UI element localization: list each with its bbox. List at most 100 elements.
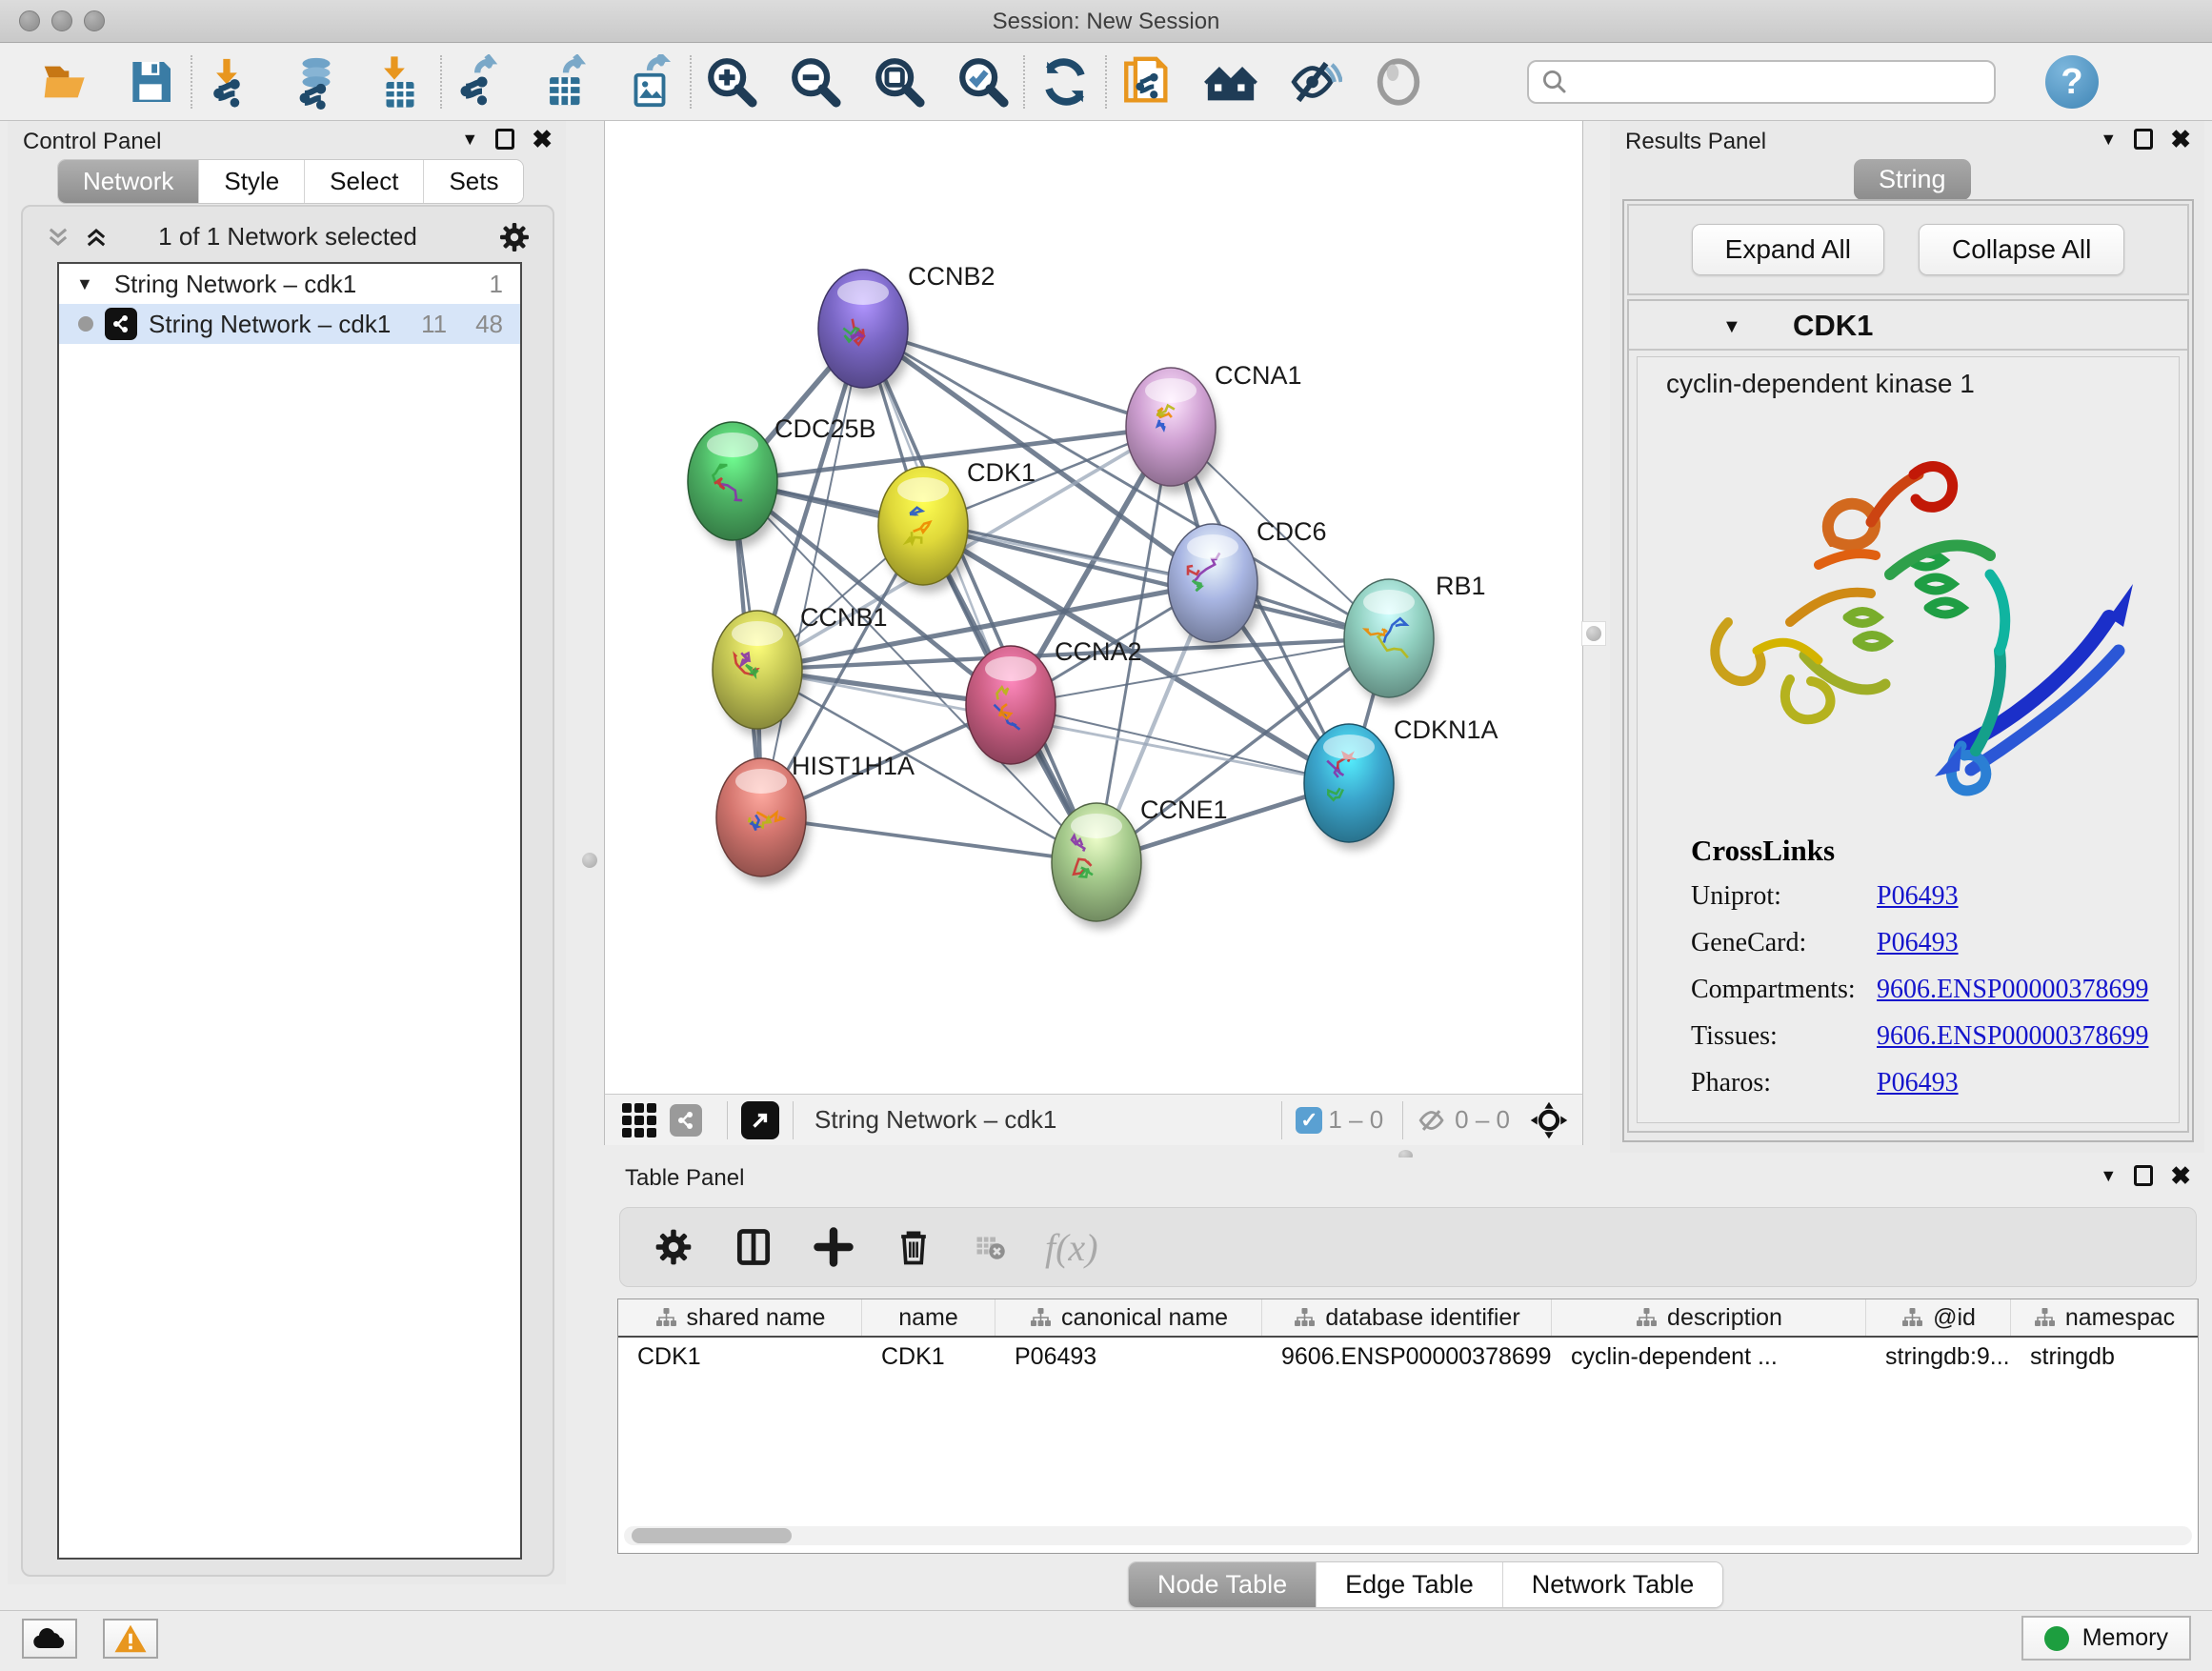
network-options-gear-icon[interactable] [497,220,532,254]
network-tree-child-row[interactable]: String Network – cdk1 11 48 [59,304,520,344]
network-node-CCNB1[interactable]: CCNB1 [713,603,888,736]
network-canvas[interactable]: CCNB2CCNA1CDC25BCDK1CDC6RB1CCNB1CCNA2CDK… [604,121,1583,1094]
open-session-icon[interactable] [38,53,95,111]
network-edge[interactable] [761,817,1096,862]
collapse-all-button[interactable]: Collapse All [1919,224,2124,275]
export-image-icon[interactable] [621,53,678,111]
network-node-CDKN1A[interactable]: CDKN1A [1304,715,1498,850]
zoom-fit-icon[interactable] [871,53,928,111]
scrollbar-thumb[interactable] [632,1528,792,1543]
close-panel-icon[interactable]: ✖ [2170,129,2191,150]
help-icon[interactable]: ? [2045,55,2099,109]
collapse-panel-icon[interactable]: ▼ [2100,130,2117,150]
tab-string[interactable]: String [1854,159,1971,200]
network-node-CDK1[interactable]: CDK1 [878,458,1036,593]
horizontal-scrollbar[interactable] [624,1526,2192,1545]
zoom-selected-icon[interactable] [955,53,1012,111]
tab-edge-table[interactable]: Edge Table [1317,1562,1503,1607]
close-panel-icon[interactable]: ✖ [2170,1165,2191,1186]
node-table[interactable]: shared name name canonical name database… [617,1299,2199,1554]
export-network-icon[interactable] [453,53,511,111]
zoom-out-icon[interactable] [787,53,844,111]
network-tree-root-row[interactable]: ▼ String Network – cdk1 1 [59,264,520,304]
hidden-eye-icon[interactable] [1417,1104,1449,1137]
hide-selected-icon[interactable] [1286,53,1343,111]
title-bar: Session: New Session [0,0,2212,43]
create-column-icon[interactable] [813,1226,855,1268]
crosslink-link[interactable]: 9606.ENSP00000378699 [1877,975,2148,1005]
search-input[interactable] [1569,69,1982,95]
crosslink-link[interactable]: P06493 [1877,928,1959,958]
hidden-node-edge-counts: 0 – 0 [1455,1105,1510,1135]
tab-style[interactable]: Style [199,160,305,203]
birdseye-toggle-icon[interactable] [1529,1100,1569,1140]
network-edge[interactable] [1011,705,1349,783]
view-grid-icon[interactable] [622,1103,656,1137]
node-label-HIST1H1A: HIST1H1A [792,752,915,780]
collapse-panel-icon[interactable]: ▼ [2100,1166,2117,1186]
float-panel-icon[interactable] [495,129,514,150]
column-header[interactable]: description [1552,1299,1866,1336]
column-header[interactable]: canonical name [995,1299,1262,1336]
show-columns-icon[interactable] [733,1226,774,1268]
column-header[interactable]: namespac [2011,1299,2198,1336]
export-table-icon[interactable] [537,53,594,111]
expand-all-button[interactable]: Expand All [1692,224,1884,275]
tree-expander-icon[interactable]: ▼ [76,274,93,294]
tab-node-table[interactable]: Node Table [1129,1562,1317,1607]
float-panel-icon[interactable] [2134,1165,2153,1186]
zoom-in-icon[interactable] [703,53,760,111]
table-row[interactable]: CDK1 CDK1 P06493 9606.ENSP00000378699 cy… [618,1338,2198,1376]
network-edge[interactable] [863,329,1096,862]
cell-id: stringdb:9... [1866,1338,2011,1376]
tab-select[interactable]: Select [305,160,424,203]
column-header[interactable]: database identifier [1262,1299,1552,1336]
column-header[interactable]: name [862,1299,995,1336]
network-icon [105,308,137,340]
open-view-icon[interactable] [741,1101,779,1139]
delete-table-icon[interactable] [973,1230,1007,1264]
network-node-CDC25B[interactable]: CDC25B [688,414,876,548]
left-splitter-grip[interactable] [579,850,600,871]
network-node-HIST1H1A[interactable]: HIST1H1A [716,752,915,884]
tab-network[interactable]: Network [58,160,199,203]
import-table-icon[interactable] [372,53,429,111]
network-node-CCNA1[interactable]: CCNA1 [1126,361,1302,493]
tab-network-table[interactable]: Network Table [1503,1562,1723,1607]
cloud-button[interactable] [22,1619,77,1659]
network-label: String Network – cdk1 [149,310,391,339]
show-all-icon[interactable] [1370,53,1427,111]
memory-button[interactable]: Memory [2021,1616,2191,1661]
share-document-icon[interactable] [1118,53,1176,111]
table-options-gear-icon[interactable] [653,1226,694,1268]
crosslink-label: GeneCard: [1691,928,1877,958]
network-node-RB1[interactable]: RB1 [1344,572,1486,705]
column-header[interactable]: shared name [618,1299,862,1336]
right-splitter-grip[interactable] [1581,621,1606,646]
crosslink-link[interactable]: P06493 [1877,1068,1959,1098]
close-panel-icon[interactable]: ✖ [532,129,553,150]
delete-column-icon[interactable] [893,1226,935,1268]
section-expander-icon[interactable]: ▼ [1722,316,1741,338]
import-network-database-icon[interactable] [288,53,345,111]
column-header[interactable]: @id [1866,1299,2011,1336]
network-view-toolbar: String Network – cdk1 ✓ 1 – 0 0 – 0 [604,1094,1583,1145]
tab-sets[interactable]: Sets [424,160,523,203]
selected-checkbox-icon[interactable]: ✓ [1296,1107,1322,1134]
search-field[interactable] [1527,60,1996,104]
float-panel-icon[interactable] [2134,129,2153,150]
first-neighbors-icon[interactable] [1202,53,1259,111]
crosslink-link[interactable]: 9606.ENSP00000378699 [1877,1021,2148,1052]
crosslink-link[interactable]: P06493 [1877,881,1959,912]
collapse-panel-icon[interactable]: ▼ [461,130,478,150]
warning-button[interactable] [103,1619,158,1659]
refresh-icon[interactable] [1036,53,1094,111]
cell-name: CDK1 [862,1338,995,1376]
statusbar-separator [1402,1101,1403,1139]
network-node-CCNB2[interactable]: CCNB2 [818,262,995,395]
network-node-CDC6[interactable]: CDC6 [1168,517,1327,650]
network-node-CCNE1[interactable]: CCNE1 [1052,795,1228,929]
import-network-file-icon[interactable] [204,53,261,111]
network-view-share-icon[interactable] [670,1104,702,1137]
save-session-icon[interactable] [122,53,179,111]
